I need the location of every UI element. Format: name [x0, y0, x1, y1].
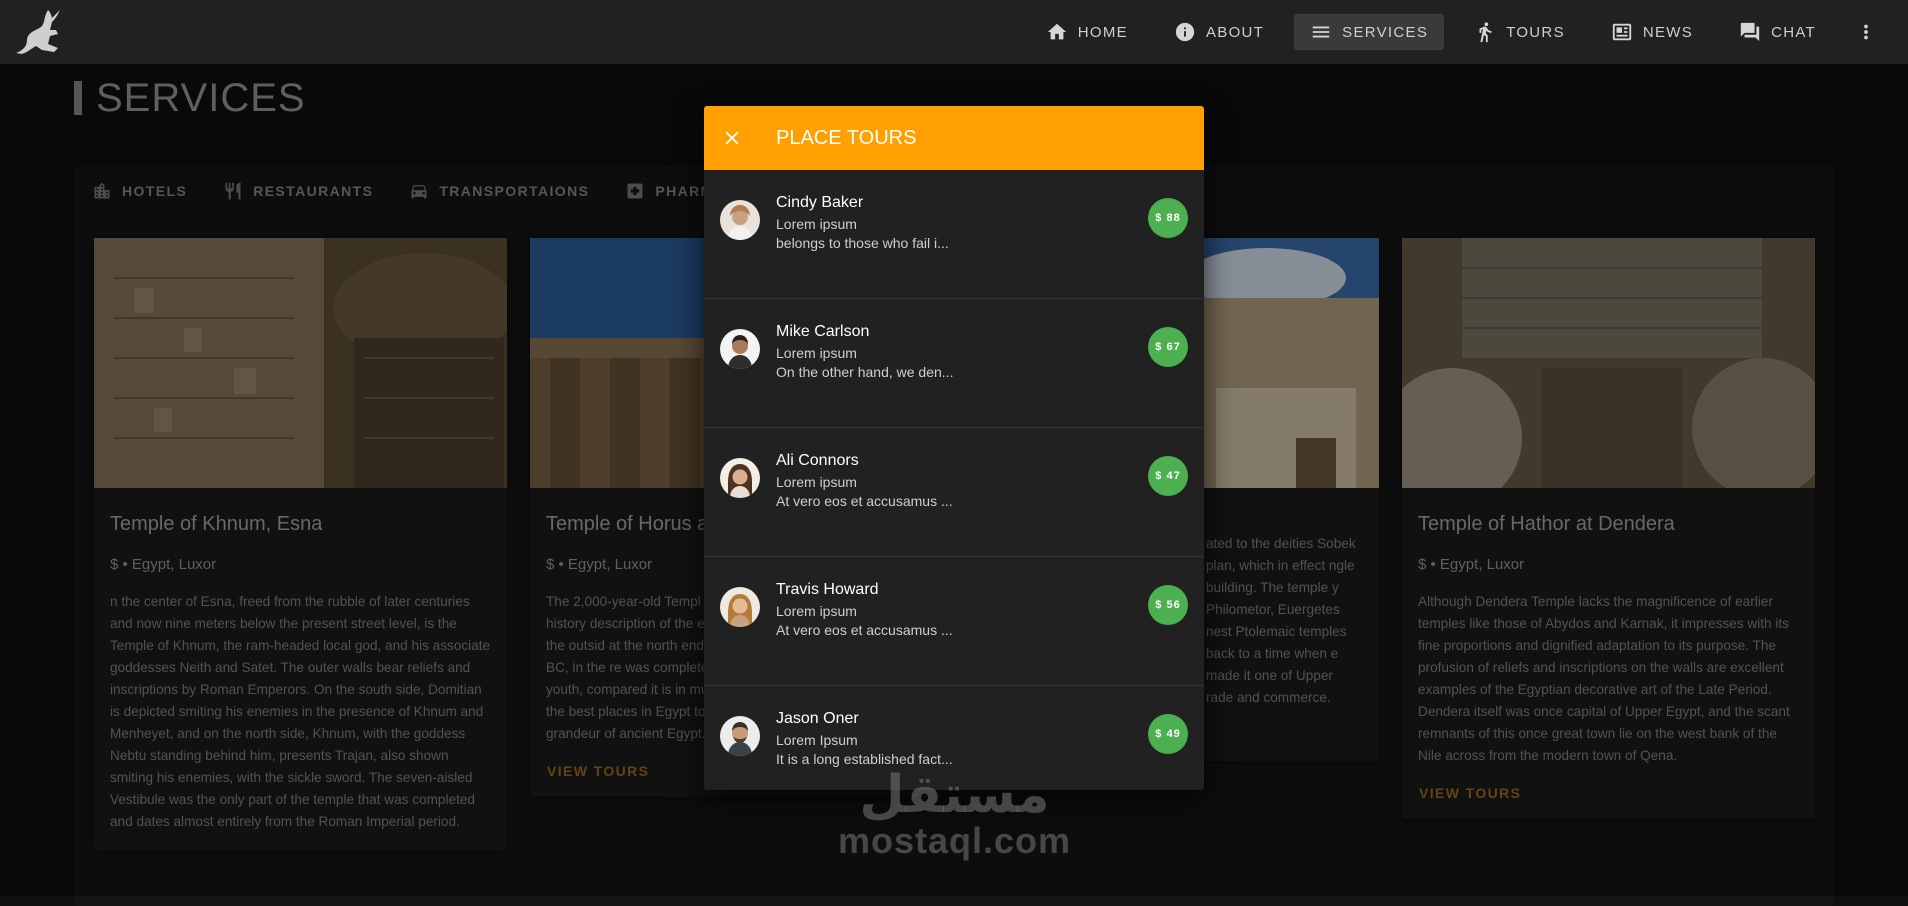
tour-subtitle: Lorem Ipsum — [776, 732, 858, 748]
home-icon — [1047, 23, 1066, 40]
logo[interactable] — [14, 6, 70, 58]
nav-about-label: ABOUT — [1205, 23, 1265, 41]
more-menu-button[interactable] — [1846, 12, 1886, 52]
close-button[interactable] — [704, 106, 760, 170]
tour-name: Ali Connors — [776, 452, 859, 469]
nav-about[interactable]: ABOUT — [1158, 14, 1280, 50]
tour-name: Cindy Baker — [776, 194, 864, 211]
nav-services-label: SERVICES — [1342, 23, 1429, 41]
watermark-latin: mostaql.com — [838, 820, 1072, 861]
news-icon — [1612, 23, 1632, 41]
avatar — [720, 716, 760, 756]
tour-list-item[interactable]: Mike Carlson Lorem ipsum On the other ha… — [704, 299, 1204, 428]
close-icon — [725, 131, 739, 145]
tour-description: On the other hand, we den... — [776, 364, 954, 380]
avatar — [720, 200, 760, 240]
tour-subtitle: Lorem ipsum — [776, 345, 857, 361]
place-tours-dialog: PLACE TOURS Cindy Baker Lorem ipsum belo… — [704, 106, 1204, 790]
tour-description: belongs to those who fail i... — [776, 235, 949, 251]
tour-subtitle: Lorem ipsum — [776, 603, 857, 619]
main-nav: HOME ABOUT SERVICES TOURS NEWS CHAT — [1030, 0, 1908, 64]
avatar — [720, 329, 760, 369]
dialog-header: PLACE TOURS — [704, 106, 1204, 170]
nav-tours[interactable]: TOURS — [1458, 14, 1581, 50]
tour-description: At vero eos et accusamus ... — [776, 493, 953, 509]
nav-chat[interactable]: CHAT — [1723, 14, 1832, 50]
tour-list-item[interactable]: Travis Howard Lorem ipsum At vero eos et… — [704, 557, 1204, 686]
nav-news-label: NEWS — [1642, 23, 1694, 41]
tour-name: Mike Carlson — [776, 323, 870, 340]
chat-icon — [1740, 22, 1760, 42]
tour-list-item[interactable]: Cindy Baker Lorem ipsum belongs to those… — [704, 170, 1204, 299]
nav-chat-label: CHAT — [1771, 23, 1816, 41]
avatar — [720, 587, 760, 627]
nav-home-label: HOME — [1077, 23, 1128, 41]
price-badge: $ 67 — [1148, 327, 1188, 367]
tour-subtitle: Lorem ipsum — [776, 216, 857, 232]
tour-name: Jason Oner — [776, 710, 859, 727]
menu-icon — [1312, 26, 1330, 38]
nav-services[interactable]: SERVICES — [1294, 14, 1445, 50]
nav-home[interactable]: HOME — [1030, 14, 1144, 50]
tour-list-item[interactable]: Ali Connors Lorem ipsum At vero eos et a… — [704, 428, 1204, 557]
price-badge: $ 49 — [1148, 714, 1188, 754]
tour-subtitle: Lorem ipsum — [776, 474, 857, 490]
watermark-arabic: مستقل — [859, 765, 1050, 825]
nav-news[interactable]: NEWS — [1595, 14, 1709, 50]
tour-name: Travis Howard — [776, 581, 879, 598]
price-badge: $ 88 — [1148, 198, 1188, 238]
nav-tours-label: TOURS — [1506, 23, 1565, 41]
app-bar: HOME ABOUT SERVICES TOURS NEWS CHAT — [0, 0, 1908, 64]
watermark: مستقل mostaql.com — [838, 768, 1071, 860]
tour-description: At vero eos et accusamus ... — [776, 622, 953, 638]
price-badge: $ 47 — [1148, 456, 1188, 496]
hiking-icon — [1479, 22, 1492, 43]
price-badge: $ 56 — [1148, 585, 1188, 625]
dialog-title: PLACE TOURS — [776, 126, 917, 149]
more-vert-icon — [1864, 24, 1868, 40]
info-icon — [1175, 22, 1195, 42]
avatar — [720, 458, 760, 498]
